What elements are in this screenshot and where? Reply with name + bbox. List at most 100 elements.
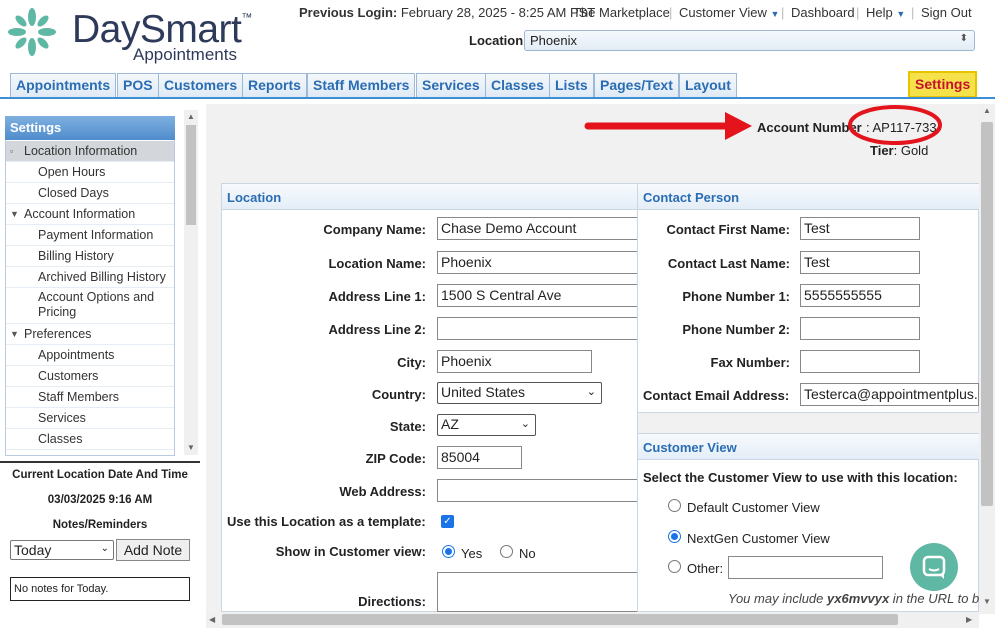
country-label: Country: bbox=[371, 387, 426, 402]
phone2-input[interactable] bbox=[800, 317, 920, 340]
location-name-label: Location Name: bbox=[328, 256, 426, 271]
phone1-label: Phone Number 1: bbox=[682, 289, 790, 304]
contact-email-label: Contact Email Address: bbox=[643, 388, 790, 403]
show-in-customer-view-label: Show in Customer view: bbox=[275, 544, 426, 559]
main-vertical-scroll-thumb[interactable] bbox=[981, 122, 993, 506]
chevron-down-icon: ▼ bbox=[770, 9, 780, 19]
contact-first-name-input[interactable]: Test bbox=[800, 217, 920, 240]
show-no-radio[interactable] bbox=[500, 545, 513, 558]
sidebar-item-preferences[interactable]: ▼ Preferences bbox=[6, 324, 174, 345]
contact-first-name-label: Contact First Name: bbox=[666, 222, 790, 237]
tab-reports[interactable]: Reports bbox=[242, 73, 307, 98]
help-menu[interactable]: Help ▼ bbox=[866, 5, 905, 20]
sidebar-item-open-hours[interactable]: Open Hours bbox=[6, 162, 174, 183]
show-yes-label: Yes bbox=[461, 546, 483, 561]
sidebar-item-closed-days[interactable]: Closed Days bbox=[6, 183, 174, 204]
fax-input[interactable] bbox=[800, 350, 920, 373]
company-name-input[interactable]: Chase Demo Account bbox=[437, 217, 638, 240]
web-address-label: Web Address: bbox=[339, 484, 426, 499]
state-label: State: bbox=[389, 419, 426, 434]
location-name-input[interactable]: Phoenix bbox=[437, 251, 638, 274]
tab-layout[interactable]: Layout bbox=[679, 73, 737, 98]
scroll-left-icon[interactable]: ◀ bbox=[209, 615, 215, 624]
address-line2-label: Address Line 2: bbox=[328, 322, 426, 337]
sidebar-item-account-options-pricing[interactable]: Account Options and Pricing bbox=[6, 288, 174, 324]
tab-staff-members[interactable]: Staff Members bbox=[307, 73, 416, 98]
company-name-label: Company Name: bbox=[323, 222, 426, 237]
tab-bar-divider bbox=[0, 97, 995, 99]
scroll-up-icon[interactable]: ▲ bbox=[983, 106, 991, 115]
address-line1-input[interactable]: 1500 S Central Ave bbox=[437, 284, 638, 307]
nav-divider: | bbox=[669, 5, 673, 20]
marketplace-link[interactable]: The Marketplace bbox=[573, 5, 670, 20]
web-address-input[interactable] bbox=[437, 479, 638, 502]
sidebar-item-customers[interactable]: Customers bbox=[6, 366, 174, 387]
daysmart-logo-icon bbox=[8, 8, 56, 56]
sidebar-scroll-thumb[interactable] bbox=[186, 125, 196, 225]
contact-last-name-label: Contact Last Name: bbox=[667, 256, 790, 271]
show-yes-radio[interactable] bbox=[442, 545, 455, 558]
address-line1-label: Address Line 1: bbox=[328, 289, 426, 304]
scroll-down-icon[interactable]: ▼ bbox=[187, 443, 195, 452]
default-customer-view-radio[interactable] bbox=[668, 499, 681, 512]
other-customer-view-input[interactable] bbox=[728, 556, 883, 579]
sidebar-item-appointments[interactable]: Appointments bbox=[6, 345, 174, 366]
city-input[interactable]: Phoenix bbox=[437, 350, 592, 373]
bullet-icon: ▫ bbox=[10, 146, 14, 156]
zip-label: ZIP Code: bbox=[365, 451, 426, 466]
tab-customers[interactable]: Customers bbox=[158, 73, 244, 98]
notes-filter-select[interactable]: Today ⌄ bbox=[10, 540, 114, 560]
notes-title: Notes/Reminders bbox=[52, 519, 148, 531]
chevron-down-icon: ⌄ bbox=[520, 418, 530, 430]
country-select[interactable]: United States ⌄ bbox=[437, 382, 602, 404]
tab-services[interactable]: Services bbox=[416, 73, 486, 98]
sidebar-item-location-information[interactable]: ▫ Location Information bbox=[6, 141, 174, 162]
contact-email-input[interactable]: Testerca@appointmentplus. bbox=[800, 383, 979, 406]
tab-settings[interactable]: Settings bbox=[908, 71, 978, 98]
sidebar-item-classes[interactable]: Classes bbox=[6, 429, 174, 450]
sidebar-divider bbox=[0, 461, 200, 463]
address-line2-input[interactable] bbox=[437, 317, 638, 340]
sidebar-item-payment-information[interactable]: Payment Information bbox=[6, 225, 174, 246]
other-customer-view-radio[interactable] bbox=[668, 560, 681, 573]
scroll-right-icon[interactable]: ▶ bbox=[966, 615, 972, 624]
tab-appointments[interactable]: Appointments bbox=[10, 73, 117, 98]
sidebar-item-services[interactable]: Services bbox=[6, 408, 174, 429]
previous-login: Previous Login: February 28, 2025 - 8:25… bbox=[299, 5, 596, 20]
tab-pages-text[interactable]: Pages/Text bbox=[594, 73, 679, 98]
main-horizontal-scroll-thumb[interactable] bbox=[222, 614, 898, 625]
sidebar-item-archived-billing-history[interactable]: Archived Billing History bbox=[6, 267, 174, 288]
tab-lists[interactable]: Lists bbox=[549, 73, 594, 98]
fax-label: Fax Number: bbox=[710, 355, 790, 370]
current-location-title: Current Location Date And Time bbox=[12, 469, 188, 481]
caret-down-icon: ▼ bbox=[10, 209, 19, 219]
contact-last-name-input[interactable]: Test bbox=[800, 251, 920, 274]
sidebar-item-account-information[interactable]: ▼ Account Information bbox=[6, 204, 174, 225]
nav-divider: | bbox=[911, 5, 915, 20]
nextgen-customer-view-radio[interactable] bbox=[668, 530, 681, 543]
select-arrows-icon: ⬍ bbox=[959, 33, 968, 44]
add-note-button[interactable]: Add Note bbox=[116, 539, 190, 561]
customer-view-menu[interactable]: Customer View ▼ bbox=[679, 5, 779, 20]
customer-view-prompt: Select the Customer View to use with thi… bbox=[643, 470, 958, 485]
sidebar-item-billing-history[interactable]: Billing History bbox=[6, 246, 174, 267]
directions-textarea[interactable] bbox=[437, 572, 638, 612]
brand-tagline: Appointments bbox=[133, 45, 237, 64]
sidebar-item-staff-members[interactable]: Staff Members bbox=[6, 387, 174, 408]
state-select[interactable]: AZ ⌄ bbox=[437, 414, 536, 436]
directions-label: Directions: bbox=[358, 594, 426, 609]
nav-divider: | bbox=[781, 5, 785, 20]
template-checkbox[interactable]: ✓ bbox=[441, 515, 454, 528]
show-no-label: No bbox=[519, 546, 536, 561]
zip-input[interactable]: 85004 bbox=[437, 446, 522, 469]
nav-divider: | bbox=[856, 5, 860, 20]
dashboard-link[interactable]: Dashboard bbox=[791, 5, 855, 20]
location-select[interactable]: Phoenix ⬍ bbox=[524, 30, 975, 51]
tab-classes[interactable]: Classes bbox=[485, 73, 550, 98]
phone1-input[interactable]: 5555555555 bbox=[800, 284, 920, 307]
chat-button[interactable] bbox=[910, 543, 958, 591]
tab-pos[interactable]: POS bbox=[117, 73, 159, 98]
sign-out-link[interactable]: Sign Out bbox=[921, 5, 972, 20]
scroll-up-icon[interactable]: ▲ bbox=[187, 112, 195, 121]
scroll-down-icon[interactable]: ▼ bbox=[983, 597, 991, 606]
